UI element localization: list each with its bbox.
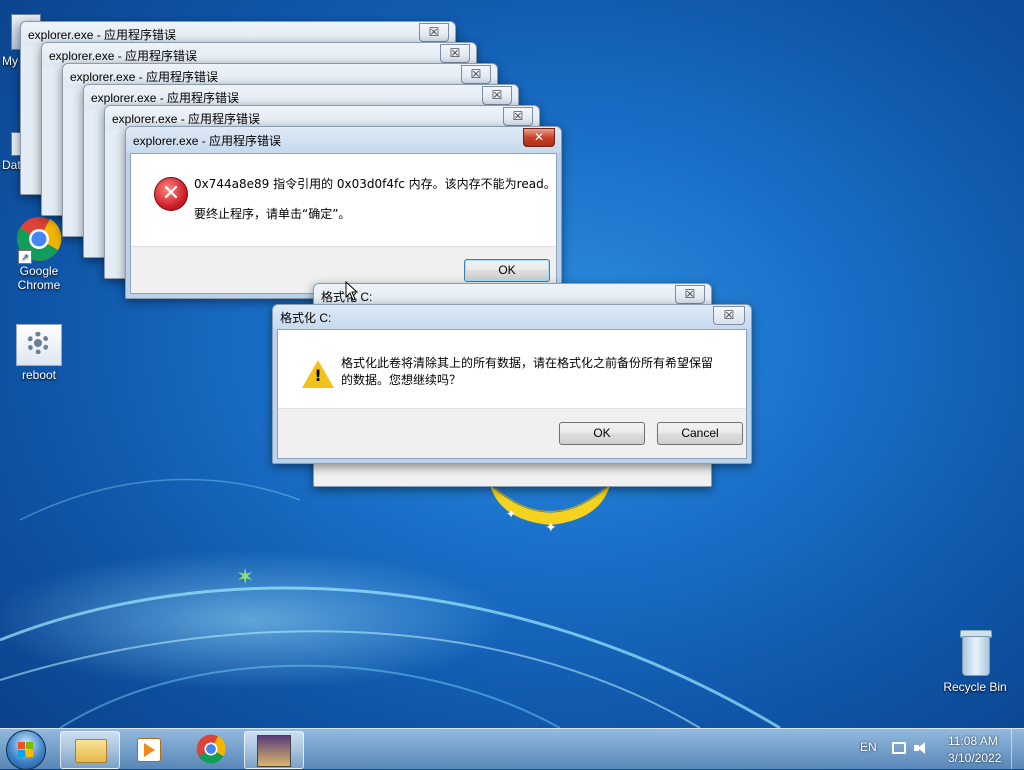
svg-text:✶: ✶ [236, 565, 254, 590]
ok-button[interactable]: OK [464, 259, 550, 282]
window-title: 格式化 C: [280, 311, 332, 325]
recycle-bin-icon [956, 630, 994, 678]
error-message-line1: 0x744a8e89 指令引用的 0x03d0f4fc 内存。该内存不能为rea… [194, 177, 556, 191]
window-title: explorer.exe - 应用程序错误 [49, 49, 198, 63]
clock-date[interactable]: 3/10/2022 [948, 751, 1001, 765]
volume-icon[interactable] [914, 741, 930, 755]
desktop-icon-reboot[interactable]: reboot [4, 324, 74, 382]
dialog-body: ✕ 0x744a8e89 指令引用的 0x03d0f4fc 内存。该内存不能为r… [130, 153, 557, 294]
desktop-icon-label: Recycle Bin [943, 680, 1007, 694]
close-button[interactable]: ☒ [461, 65, 491, 84]
desktop-icon-label: Google Chrome [17, 264, 61, 292]
desktop-icon-recycle-bin[interactable]: Recycle Bin [940, 630, 1010, 694]
window-title: explorer.exe - 应用程序错误 [133, 134, 282, 148]
clock-time[interactable]: 11:08 AM [948, 734, 998, 748]
close-button[interactable]: ☒ [482, 86, 512, 105]
close-button[interactable]: ☒ [503, 107, 533, 126]
close-icon: ☒ [449, 46, 461, 60]
ok-button[interactable]: OK [559, 422, 645, 445]
close-icon: ☒ [428, 25, 440, 39]
media-player-icon [137, 738, 161, 762]
close-icon: ☒ [512, 109, 524, 123]
format-message-line2: 的数据。您想继续吗？ [341, 373, 462, 387]
language-indicator[interactable]: EN [860, 740, 877, 754]
close-button[interactable]: ☒ [440, 44, 470, 63]
svg-text:✦: ✦ [506, 507, 516, 521]
error-message-line2: 要终止程序，请单击“确定”。 [194, 207, 351, 221]
mouse-cursor-icon [345, 281, 359, 301]
chrome-icon [196, 734, 226, 764]
taskbar: EN 11:08 AM 3/10/2022 [0, 728, 1024, 770]
error-icon: ✕ [154, 177, 188, 211]
close-button[interactable]: ☒ [419, 23, 449, 42]
close-button[interactable]: ✕ [523, 128, 555, 147]
close-icon: ☒ [470, 67, 482, 81]
format-dialog[interactable]: 格式化 C: ☒ ! 格式化此卷将清除其上的所有数据，请在格式化之前备份所有希望… [272, 304, 752, 464]
close-icon: ☒ [723, 308, 735, 322]
dialog-footer: OK Cancel [278, 408, 746, 458]
app-avatar-icon [257, 735, 291, 767]
taskbar-chrome[interactable] [183, 731, 241, 767]
desktop-icon-label: reboot [21, 368, 57, 382]
window-title: explorer.exe - 应用程序错误 [28, 28, 177, 42]
taskbar-media-player[interactable] [120, 731, 178, 767]
format-message-line1: 格式化此卷将清除其上的所有数据，请在格式化之前备份所有希望保留 [341, 356, 714, 370]
shortcut-arrow-icon: ↗ [18, 250, 32, 264]
show-desktop-button[interactable] [1011, 729, 1024, 769]
error-dialog[interactable]: explorer.exe - 应用程序错误 ✕ ✕ 0x744a8e89 指令引… [125, 126, 562, 299]
svg-text:✦: ✦ [545, 520, 557, 536]
start-button[interactable] [6, 730, 46, 770]
folder-icon [75, 739, 107, 763]
close-button[interactable]: ☒ [713, 306, 745, 325]
close-button[interactable]: ☒ [675, 285, 705, 304]
window-title: explorer.exe - 应用程序错误 [70, 70, 219, 84]
window-title: explorer.exe - 应用程序错误 [91, 91, 240, 105]
close-icon: ☒ [684, 287, 696, 301]
cancel-button[interactable]: Cancel [657, 422, 743, 445]
taskbar-explorer[interactable] [60, 731, 120, 769]
chrome-icon: ↗ [16, 216, 62, 264]
window-title: explorer.exe - 应用程序错误 [112, 112, 261, 126]
close-icon: ☒ [491, 88, 503, 102]
gear-icon [16, 324, 62, 366]
windows-logo-icon [18, 742, 34, 758]
dialog-body: ! 格式化此卷将清除其上的所有数据，请在格式化之前备份所有希望保留 的数据。您想… [277, 329, 747, 459]
close-icon: ✕ [533, 130, 545, 144]
taskbar-app[interactable] [244, 731, 304, 769]
network-icon[interactable] [892, 742, 906, 754]
